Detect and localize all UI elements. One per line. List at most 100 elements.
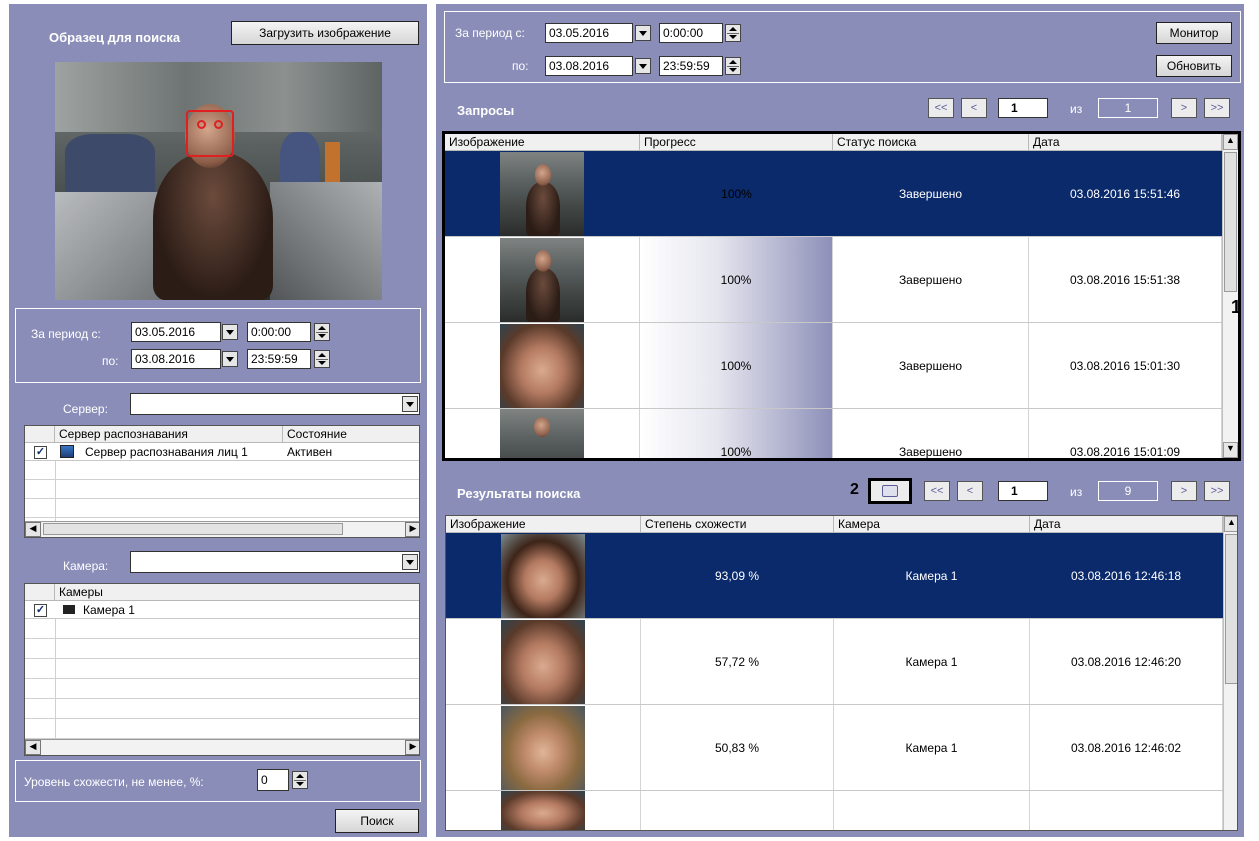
date-to-dropdown[interactable] (222, 351, 238, 367)
requests-last-button[interactable]: >> (1204, 98, 1230, 118)
similarity-spinner[interactable] (292, 771, 308, 789)
top-date-from-input[interactable]: 03.05.2016 (545, 23, 633, 43)
results-header-date[interactable]: Дата (1030, 516, 1223, 533)
results-page-input[interactable]: 1 (998, 481, 1048, 501)
result-thumbnail (501, 705, 585, 790)
requests-scroll-thumb[interactable] (1224, 152, 1237, 292)
cameras-header-name[interactable]: Камеры (55, 584, 419, 601)
camera-label: Камера: (63, 559, 109, 573)
results-vscroll[interactable]: ▲ (1223, 516, 1237, 830)
request-status: Завершено (833, 151, 1029, 236)
similarity-input[interactable]: 0 (257, 769, 289, 791)
servers-header-name[interactable]: Сервер распознавания (55, 426, 283, 443)
requests-first-button[interactable]: << (928, 98, 954, 118)
request-row[interactable]: 100% Завершено 03.08.2016 15:51:46 (445, 151, 1222, 237)
server-select[interactable] (130, 393, 420, 415)
top-date-to-dropdown[interactable] (635, 58, 651, 74)
requests-header-image[interactable]: Изображение (445, 134, 640, 151)
request-row[interactable]: 100% Завершено 03.08.2016 15:01:09 (445, 409, 1222, 458)
server-dropdown[interactable] (402, 396, 418, 412)
results-prev-button[interactable]: < (957, 481, 983, 501)
time-to-spinner[interactable] (314, 350, 330, 368)
time-to-input[interactable]: 23:59:59 (247, 349, 311, 369)
requests-prev-button[interactable]: < (961, 98, 987, 118)
printer-icon (882, 485, 898, 497)
period-from-label: За период с: (31, 327, 101, 341)
result-date: 03.08.2016 12:46:18 (1030, 533, 1223, 618)
requests-header-status[interactable]: Статус поиска (833, 134, 1029, 151)
requests-next-button[interactable]: > (1171, 98, 1197, 118)
result-row[interactable]: 93,09 % Камера 1 03.08.2016 12:46:18 (446, 533, 1223, 619)
camera-checkbox[interactable]: ✓ (34, 604, 47, 617)
time-from-spinner[interactable] (314, 323, 330, 341)
requests-vscroll[interactable]: ▲ ▼ (1222, 134, 1238, 458)
requests-page-input[interactable]: 1 (998, 98, 1048, 118)
server-checkbox[interactable]: ✓ (34, 446, 47, 459)
server-state: Активен (287, 445, 333, 459)
request-row[interactable]: 100% Завершено 03.08.2016 15:01:30 (445, 323, 1222, 409)
period-to-label: по: (102, 354, 119, 368)
camera-dropdown[interactable] (402, 554, 418, 570)
top-period-to-label: по: (512, 59, 529, 73)
request-progress: 100% (640, 237, 833, 322)
top-time-from-spinner[interactable] (725, 24, 741, 42)
similarity-label: Уровень схожести, не менее, %: (24, 775, 204, 789)
requests-title: Запросы (457, 103, 515, 118)
request-status: Завершено (833, 409, 1029, 458)
results-last-button[interactable]: >> (1204, 481, 1230, 501)
cameras-table: Камеры ✓ Камера 1 ◀ ▶ (24, 583, 420, 756)
time-from-input[interactable]: 0:00:00 (247, 322, 311, 342)
request-date: 03.08.2016 15:51:38 (1029, 237, 1222, 322)
server-name: Сервер распознавания лиц 1 (85, 445, 248, 459)
cameras-row[interactable]: ✓ Камера 1 (25, 601, 419, 619)
results-scroll-thumb[interactable] (1225, 534, 1237, 684)
refresh-button[interactable]: Обновить (1156, 55, 1232, 77)
requests-callout: 1 (1231, 297, 1242, 317)
sample-period-box: За период с: 03.05.2016 0:00:00 по: 03.0… (15, 308, 421, 383)
servers-header-check (25, 426, 55, 443)
top-time-to-input[interactable]: 23:59:59 (659, 56, 723, 76)
servers-hscroll[interactable]: ◀ ▶ (25, 521, 419, 537)
results-header-image[interactable]: Изображение (446, 516, 641, 533)
servers-row[interactable]: ✓ Сервер распознавания лиц 1 Активен (25, 443, 419, 461)
result-row[interactable]: 57,72 % Камера 1 03.08.2016 12:46:20 (446, 619, 1223, 705)
top-date-to-input[interactable]: 03.08.2016 (545, 56, 633, 76)
camera-icon (63, 605, 75, 614)
result-image-cell (446, 791, 641, 830)
load-image-button[interactable]: Загрузить изображение (231, 21, 419, 45)
result-row[interactable]: 50,83 % Камера 1 03.08.2016 12:46:02 (446, 705, 1223, 791)
result-row-partial[interactable] (446, 791, 1223, 830)
date-from-dropdown[interactable] (222, 324, 238, 340)
requests-header-progress[interactable]: Прогресс (640, 134, 833, 151)
similarity-box: Уровень схожести, не менее, %: 0 (15, 760, 421, 802)
sample-title: Образец для поиска (49, 30, 181, 45)
results-next-button[interactable]: > (1171, 481, 1197, 501)
date-to-input[interactable]: 03.08.2016 (131, 349, 221, 369)
result-similarity: 57,72 % (641, 619, 834, 704)
requests-header-date[interactable]: Дата (1029, 134, 1222, 151)
search-button[interactable]: Поиск (335, 809, 419, 833)
monitor-button[interactable]: Монитор (1156, 22, 1232, 44)
result-image-cell (446, 533, 641, 618)
top-time-to-spinner[interactable] (725, 57, 741, 75)
servers-header-state[interactable]: Состояние (283, 426, 419, 443)
request-date: 03.08.2016 15:51:46 (1029, 151, 1222, 236)
print-button[interactable] (868, 478, 912, 504)
request-date: 03.08.2016 15:01:09 (1029, 409, 1222, 458)
request-row[interactable]: 100% Завершено 03.08.2016 15:51:38 (445, 237, 1222, 323)
requests-table: Изображение Прогресс Статус поиска Дата … (445, 134, 1238, 458)
results-table: Изображение Степень схожести Камера Дата… (445, 515, 1238, 831)
top-date-from-dropdown[interactable] (635, 25, 651, 41)
cameras-hscroll[interactable]: ◀ ▶ (25, 739, 419, 755)
camera-select[interactable] (130, 551, 420, 573)
result-thumbnail (501, 619, 585, 704)
results-header-camera[interactable]: Камера (834, 516, 1030, 533)
result-thumbnail (501, 533, 585, 618)
results-header-similarity[interactable]: Степень схожести (641, 516, 834, 533)
request-status: Завершено (833, 237, 1029, 322)
top-time-from-input[interactable]: 0:00:00 (659, 23, 723, 43)
top-period-box: За период с: 03.05.2016 0:00:00 по: 03.0… (444, 11, 1241, 83)
request-image-cell (445, 409, 640, 458)
date-from-input[interactable]: 03.05.2016 (131, 322, 221, 342)
results-first-button[interactable]: << (924, 481, 950, 501)
